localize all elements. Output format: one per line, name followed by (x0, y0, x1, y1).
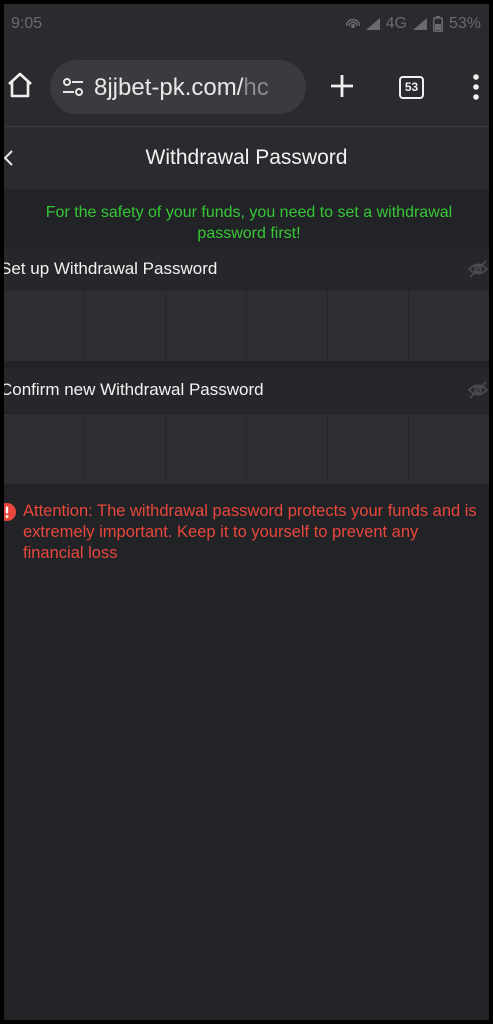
pin-digit-1[interactable] (4, 414, 84, 484)
tab-switcher-button[interactable]: 53 (399, 76, 424, 99)
status-bar: 9:05 4G 53% (4, 4, 489, 44)
browser-toolbar: 8jjbet-pk.com/hc 53 (4, 44, 489, 126)
screen: 9:05 4G 53% 8jjbet-pk.com/hc 53 Withdraw… (4, 4, 489, 1020)
page-title: Withdrawal Password (145, 146, 348, 169)
pin-digit-1[interactable] (4, 291, 84, 361)
more-menu-icon[interactable] (472, 74, 480, 100)
attention-text: Attention: The withdrawal password prote… (23, 502, 477, 562)
pin-digit-5[interactable] (327, 414, 408, 484)
pin-digit-2[interactable] (84, 414, 165, 484)
eye-off-icon[interactable] (467, 380, 489, 400)
page-header: Withdrawal Password (4, 127, 489, 189)
battery-icon (432, 16, 443, 32)
status-icons: 4G 53% (345, 15, 481, 33)
setup-password-label: Set up Withdrawal Password (4, 259, 218, 278)
signal-icon (365, 18, 380, 30)
pin-digit-4[interactable] (246, 291, 327, 361)
url-text[interactable]: 8jjbet-pk.com/hc (94, 74, 269, 102)
safety-notice: For the safety of your funds, you need t… (45, 204, 453, 242)
confirm-password-input[interactable] (4, 414, 489, 484)
warning-icon (4, 503, 16, 521)
pin-digit-6[interactable] (408, 414, 489, 484)
status-time: 9:05 (11, 15, 43, 32)
confirm-password-label-bar: Confirm new Withdrawal Password (4, 368, 489, 412)
new-tab-icon[interactable] (329, 73, 355, 99)
battery-level: 53% (448, 15, 481, 32)
eye-off-icon[interactable] (467, 259, 489, 279)
hotspot-icon (345, 18, 360, 28)
site-settings-icon[interactable] (62, 76, 84, 98)
pin-digit-5[interactable] (327, 291, 408, 361)
pin-digit-2[interactable] (84, 291, 165, 361)
address-bar[interactable]: 8jjbet-pk.com/hc (50, 60, 306, 114)
network-type: 4G (385, 15, 407, 32)
confirm-password-label: Confirm new Withdrawal Password (4, 380, 264, 399)
signal-icon-2 (412, 18, 427, 30)
pin-digit-3[interactable] (165, 291, 246, 361)
pin-digit-6[interactable] (408, 291, 489, 361)
pin-digit-4[interactable] (246, 414, 327, 484)
setup-password-input[interactable] (4, 291, 489, 361)
setup-password-label-bar: Set up Withdrawal Password (4, 247, 489, 291)
home-icon[interactable] (6, 71, 34, 99)
pin-digit-3[interactable] (165, 414, 246, 484)
